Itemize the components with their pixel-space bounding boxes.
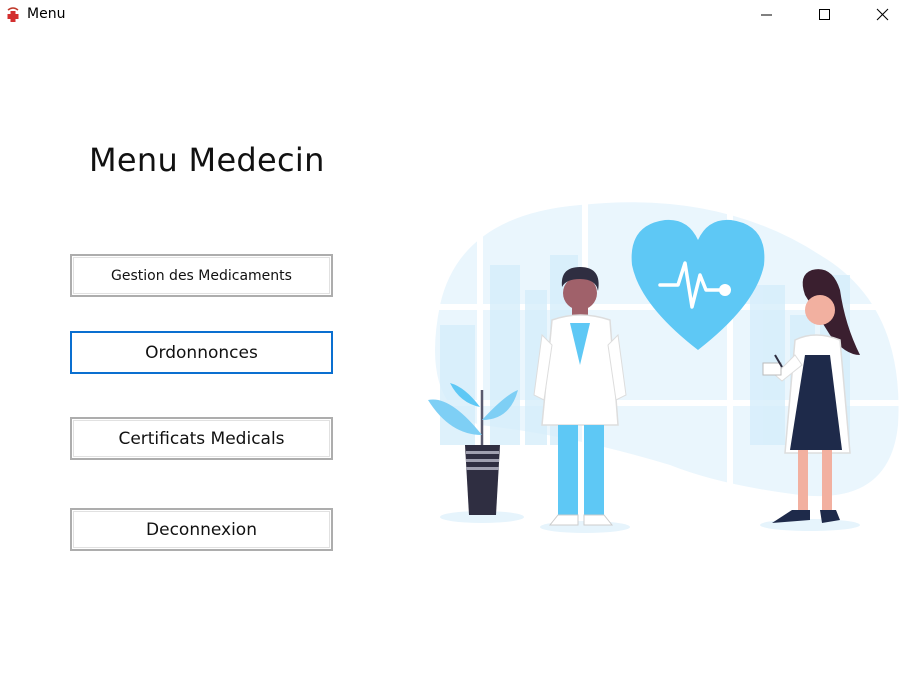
plant: [428, 383, 518, 515]
maximize-icon: [819, 9, 830, 20]
page-title: Menu Medecin: [89, 141, 325, 179]
close-icon: [876, 8, 889, 21]
close-button[interactable]: [853, 0, 907, 30]
maximize-button[interactable]: [795, 0, 853, 30]
deconnexion-button[interactable]: Deconnexion: [70, 508, 333, 551]
minimize-icon: [761, 14, 772, 16]
medical-cross-icon: [7, 7, 19, 22]
minimize-button[interactable]: [737, 0, 795, 30]
doctors-heart-illustration: [428, 195, 900, 533]
window-title: Menu: [27, 6, 66, 22]
ordonnonces-button[interactable]: Ordonnonces: [70, 331, 333, 374]
window-titlebar[interactable]: Menu: [0, 0, 907, 30]
gestion-medicaments-button[interactable]: Gestion des Medicaments: [70, 254, 333, 297]
certificats-medicals-button[interactable]: Certificats Medicals: [70, 417, 333, 460]
